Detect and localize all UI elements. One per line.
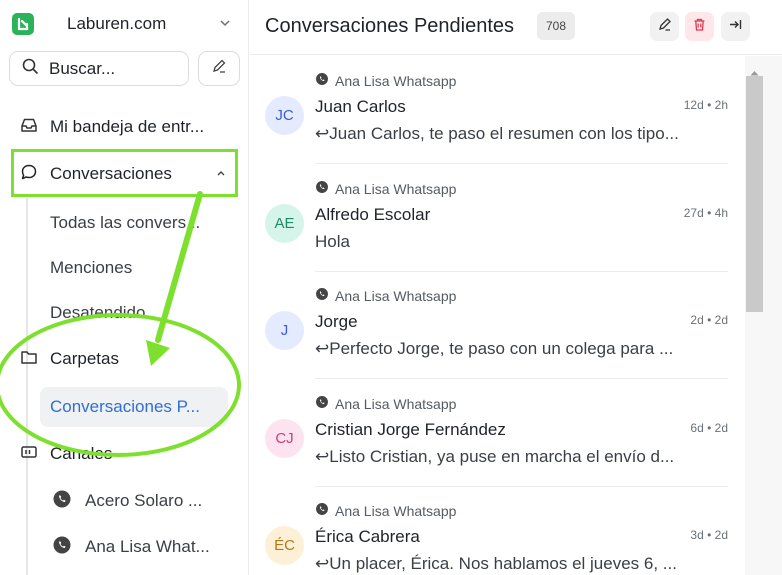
inbox-name: Ana Lisa Whatsapp (335, 395, 457, 412)
page-title: Conversaciones Pendientes (265, 15, 515, 37)
sidebar-subitem-all[interactable]: Todas las convers... (50, 213, 200, 233)
sidebar-item-label: Canales (50, 444, 113, 463)
sidebar: Laburen.com Buscar... Mi bandeja de entr… (0, 0, 249, 575)
highlight-box (11, 149, 238, 197)
message-preview: ↩Un placer, Érica. Nos hablamos el jueve… (315, 554, 677, 573)
contact-name: Juan Carlos (315, 97, 406, 116)
whatsapp-icon (315, 395, 329, 412)
conversation-item[interactable]: Ana Lisa Whatsapp ÉC Érica Cabrera 3d • … (250, 486, 744, 575)
channel-label: Acero Solaro ... (85, 491, 203, 510)
brand-logo-icon (12, 13, 34, 35)
sidebar-folder-active[interactable]: Conversaciones P... (40, 387, 228, 427)
conversation-item[interactable]: Ana Lisa Whatsapp AE Alfredo Escolar 27d… (250, 164, 744, 272)
arrow-right-bar-icon (728, 17, 743, 37)
whatsapp-icon (315, 502, 329, 519)
brand-name: Laburen.com (67, 14, 167, 33)
pencil-icon (211, 58, 227, 79)
avatar: AE (265, 204, 304, 243)
whatsapp-icon (315, 287, 329, 304)
scrollbar-thumb[interactable] (746, 76, 763, 312)
conversation-item[interactable]: Ana Lisa Whatsapp J Jorge 2d • 2d ↩Perfe… (250, 271, 744, 379)
account-switcher[interactable]: Laburen.com (12, 10, 242, 38)
timestamp: 3d • 2d (690, 528, 728, 542)
avatar: J (265, 311, 304, 350)
sidebar-subitem-unattended[interactable]: Desatendido (50, 303, 145, 323)
tree-guide-line (26, 198, 28, 575)
inbox-name: Ana Lisa Whatsapp (335, 502, 457, 519)
main-panel: Conversaciones Pendientes 708 Ana Lisa W… (250, 0, 782, 575)
inbox-icon (20, 116, 38, 139)
message-preview: ↩Listo Cristian, ya puse en marcha el en… (315, 447, 675, 466)
delete-folder-button[interactable] (685, 12, 714, 41)
edit-folder-button[interactable] (650, 12, 679, 41)
contact-name: Alfredo Escolar (315, 205, 431, 224)
folder-icon (20, 348, 38, 371)
sidebar-item-label: Carpetas (50, 349, 119, 368)
sidebar-item-label: Mi bandeja de entr... (50, 117, 205, 136)
channel-label: Ana Lisa What... (85, 537, 210, 556)
inbox-label: Ana Lisa Whatsapp (315, 395, 456, 412)
trash-icon (692, 17, 707, 37)
count-badge: 708 (537, 12, 576, 40)
avatar: ÉC (265, 526, 304, 565)
timestamp: 12d • 2h (683, 98, 728, 112)
inbox-label: Ana Lisa Whatsapp (315, 180, 456, 197)
search-input[interactable]: Buscar... (9, 51, 189, 86)
message-preview: ↩Perfecto Jorge, te paso con un colega p… (315, 339, 674, 358)
timestamp: 2d • 2d (690, 313, 728, 327)
pencil-icon (657, 17, 672, 37)
chevron-down-icon (218, 16, 232, 35)
inbox-label: Ana Lisa Whatsapp (315, 502, 456, 519)
channels-icon (20, 443, 38, 466)
inbox-name: Ana Lisa Whatsapp (335, 180, 457, 197)
timestamp: 27d • 4h (683, 206, 728, 220)
whatsapp-icon (315, 72, 329, 89)
list-header: Conversaciones Pendientes 708 (250, 0, 782, 55)
conversation-item[interactable]: Ana Lisa Whatsapp JC Juan Carlos 12d • 2… (250, 56, 744, 164)
message-preview: Hola (315, 232, 350, 251)
contact-name: Cristian Jorge Fernández (315, 420, 506, 439)
sidebar-channel-item[interactable]: Acero Solaro ... (52, 488, 202, 514)
conversation-list: Ana Lisa Whatsapp JC Juan Carlos 12d • 2… (250, 56, 744, 575)
inbox-label: Ana Lisa Whatsapp (315, 287, 456, 304)
conversation-item[interactable]: Ana Lisa Whatsapp CJ Cristian Jorge Fern… (250, 379, 744, 487)
collapse-panel-button[interactable] (721, 12, 750, 41)
sidebar-subitem-mentions[interactable]: Menciones (50, 258, 132, 278)
search-icon (22, 58, 39, 80)
inbox-label: Ana Lisa Whatsapp (315, 72, 456, 89)
sidebar-item-folders[interactable]: Carpetas (20, 344, 119, 374)
inbox-name: Ana Lisa Whatsapp (335, 72, 457, 89)
avatar: CJ (265, 419, 304, 458)
timestamp: 6d • 2d (690, 421, 728, 435)
whatsapp-icon (52, 535, 72, 560)
compose-button[interactable] (198, 51, 240, 86)
contact-name: Érica Cabrera (315, 527, 420, 546)
sidebar-item-channels[interactable]: Canales (20, 439, 112, 469)
sidebar-item-inbox[interactable]: Mi bandeja de entr... (20, 112, 204, 142)
sidebar-channel-item[interactable]: Ana Lisa What... (52, 534, 210, 560)
search-placeholder: Buscar... (49, 58, 116, 78)
avatar: JC (265, 96, 304, 135)
contact-name: Jorge (315, 312, 358, 331)
whatsapp-icon (315, 180, 329, 197)
whatsapp-icon (52, 489, 72, 514)
scroll-up-arrow-icon[interactable] (750, 63, 759, 81)
message-preview: ↩Juan Carlos, te paso el resumen con los… (315, 124, 679, 143)
inbox-name: Ana Lisa Whatsapp (335, 287, 457, 304)
